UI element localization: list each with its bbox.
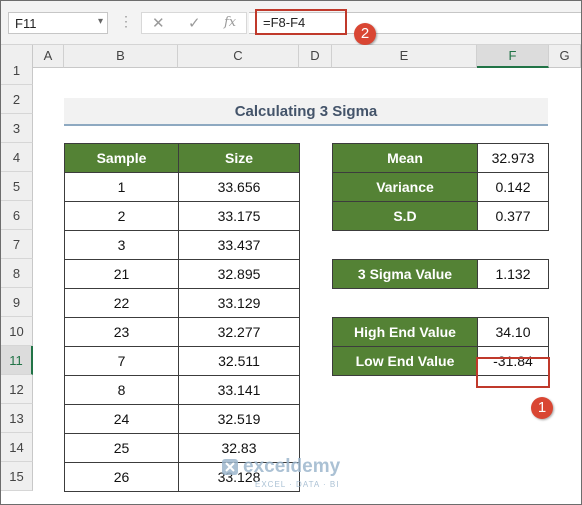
row-header-6[interactable]: 6 [1,201,33,230]
size-cell[interactable]: 32.511 [178,346,300,376]
three-sigma-value[interactable]: 1.132 [477,259,549,289]
watermark-name: exceldemy [243,456,341,477]
row-header-13[interactable]: 13 [1,404,33,433]
row-header-11[interactable]: 11 [1,346,33,375]
size-cell[interactable]: 32.519 [178,404,300,434]
three-sigma-label[interactable]: 3 Sigma Value [332,259,478,289]
chevron-down-icon[interactable]: ▾ [98,16,103,27]
row-header-7[interactable]: 7 [1,230,33,259]
sample-cell[interactable]: 23 [64,317,179,347]
column-header-d[interactable]: D [299,45,332,68]
high-end-value[interactable]: 34.10 [477,317,549,347]
low-end-label[interactable]: Low End Value [332,346,478,376]
variance-value[interactable]: 0.142 [477,172,549,202]
row-header-12[interactable]: 12 [1,375,33,404]
size-cell[interactable]: 33.129 [178,288,300,318]
callout-badge-2: 2 [354,23,376,45]
name-box-value: F11 [15,16,37,31]
size-cell[interactable]: 33.437 [178,230,300,260]
row-header-14[interactable]: 14 [1,433,33,462]
sd-label[interactable]: S.D [332,201,478,231]
column-header-g[interactable]: G [549,45,581,68]
spreadsheet-window: F11 ▾ ⋮ ✕ ✓ fx =F8-F4 2 ABCDEFG 12345678… [0,0,582,505]
row-header-2[interactable]: 2 [1,85,33,114]
formula-controls: ✕ ✓ fx [141,12,247,34]
mean-value[interactable]: 32.973 [477,143,549,173]
formula-text: =F8-F4 [263,15,306,30]
variance-label[interactable]: Variance [332,172,478,202]
watermark-tagline: EXCEL · DATA · BI [255,480,340,489]
sample-cell[interactable]: 7 [64,346,179,376]
sd-value[interactable]: 0.377 [477,201,549,231]
selected-cell-highlight [476,357,550,388]
sample-cell[interactable]: 1 [64,172,179,202]
sample-cell[interactable]: 21 [64,259,179,289]
sample-cell[interactable]: 22 [64,288,179,318]
sample-cell[interactable]: 3 [64,230,179,260]
size-cell[interactable]: 32.277 [178,317,300,347]
sample-cell[interactable]: 25 [64,433,179,463]
size-header[interactable]: Size [178,143,300,173]
row-header-9[interactable]: 9 [1,288,33,317]
column-header-a[interactable]: A [33,45,64,68]
sample-header[interactable]: Sample [64,143,179,173]
row-header-1[interactable]: 1 [1,56,33,85]
size-cell[interactable]: 32.895 [178,259,300,289]
row-header-4[interactable]: 4 [1,143,33,172]
sheet-title: Calculating 3 Sigma [234,103,378,120]
row-header-3[interactable]: 3 [1,114,33,143]
sample-cell[interactable]: 24 [64,404,179,434]
sample-cell[interactable]: 2 [64,201,179,231]
high-end-label[interactable]: High End Value [332,317,478,347]
column-header-b[interactable]: B [64,45,178,68]
enter-icon[interactable]: ✓ [188,14,201,32]
row-header-15[interactable]: 15 [1,462,33,491]
name-box[interactable]: F11 ▾ [8,12,108,34]
mean-label[interactable]: Mean [332,143,478,173]
row-header-10[interactable]: 10 [1,317,33,346]
column-header-e[interactable]: E [332,45,477,68]
size-cell[interactable]: 33.656 [178,172,300,202]
size-cell[interactable]: 33.175 [178,201,300,231]
cancel-icon[interactable]: ✕ [152,14,165,32]
more-options-icon[interactable]: ⋮ [119,13,133,30]
sample-cell[interactable]: 8 [64,375,179,405]
formula-bar: F11 ▾ ⋮ ✕ ✓ fx =F8-F4 2 [1,1,581,45]
size-cell[interactable]: 33.141 [178,375,300,405]
row-header-8[interactable]: 8 [1,259,33,288]
callout-badge-1: 1 [531,397,553,419]
column-header-c[interactable]: C [178,45,299,68]
insert-function-icon[interactable]: fx [224,15,236,30]
sample-cell[interactable]: 26 [64,462,179,492]
row-header-5[interactable]: 5 [1,172,33,201]
exceldemy-logo-icon [222,459,238,475]
column-header-f[interactable]: F [477,45,549,68]
